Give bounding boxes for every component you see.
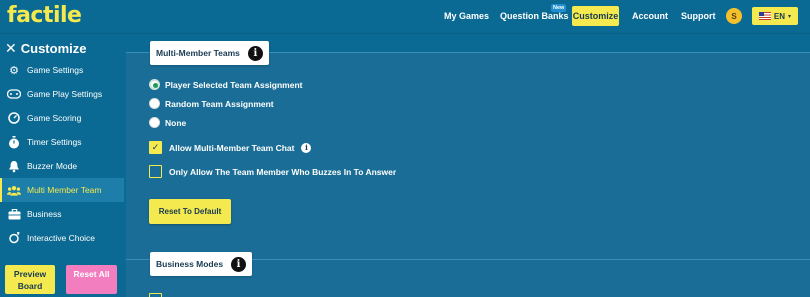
sidebar-item-label: Business	[27, 209, 62, 219]
section-header-multi-member-teams: Multi-Member Teams i	[150, 41, 269, 65]
main-content: Multi-Member Teams i Player Selected Tea…	[126, 34, 810, 297]
new-badge: New	[551, 4, 567, 12]
gamepad-icon	[7, 87, 21, 101]
nav-support[interactable]: Support	[681, 11, 716, 21]
sidebar-item-game-settings[interactable]: ⚙ Game Settings	[0, 58, 124, 82]
sidebar-item-game-scoring[interactable]: Game Scoring	[0, 106, 124, 130]
sidebar: ✕ Customize ⚙ Game Settings Game Play Se…	[0, 34, 124, 297]
sidebar-item-multi-member-team[interactable]: Multi Member Team	[0, 178, 124, 202]
sidebar-item-label: Interactive Choice	[27, 233, 96, 243]
sidebar-item-label: Timer Settings	[27, 137, 82, 147]
multi-member-teams-panel: Multi-Member Teams i Player Selected Tea…	[126, 41, 810, 262]
reset-to-default-button[interactable]: Reset To Default	[149, 199, 231, 224]
users-icon	[7, 183, 21, 197]
info-icon[interactable]: i	[247, 45, 263, 61]
radio-button[interactable]	[149, 79, 160, 90]
sidebar-item-game-play-settings[interactable]: Game Play Settings	[0, 82, 124, 106]
us-flag-icon	[758, 12, 771, 20]
sidebar-title: ✕ Customize	[5, 40, 86, 57]
only-buzzer-answers[interactable]: Only Allow The Team Member Who Buzzes In…	[149, 165, 396, 178]
section-header-business-modes: Business Modes i	[150, 252, 253, 276]
checkbox[interactable]: ✓	[149, 141, 162, 154]
sidebar-item-label: Game Scoring	[27, 113, 82, 123]
stopwatch-icon	[7, 135, 21, 149]
bell-icon	[7, 159, 21, 173]
top-nav-bar: factile My Games Question Banks New Cust…	[0, 0, 810, 34]
business-modes-panel: Business Modes i	[126, 252, 810, 297]
allow-team-chat[interactable]: ✓ Allow Multi-Member Team Chat i	[149, 141, 312, 154]
reset-all-button[interactable]: Reset All	[66, 265, 117, 294]
sidebar-item-label: Game Settings	[27, 65, 84, 75]
sidebar-item-label: Buzzer Mode	[27, 161, 78, 171]
checkbox[interactable]	[149, 165, 162, 178]
sidebar-item-timer-settings[interactable]: Timer Settings	[0, 130, 124, 154]
info-icon[interactable]: i	[301, 142, 312, 153]
nav-account[interactable]: Account	[632, 11, 668, 21]
option-player-selected[interactable]: Player Selected Team Assignment	[149, 79, 302, 90]
section-title: Business Modes	[156, 259, 224, 269]
info-icon[interactable]: i	[231, 256, 247, 272]
sidebar-item-buzzer-mode[interactable]: Buzzer Mode	[0, 154, 124, 178]
nav-question-banks[interactable]: Question Banks	[500, 11, 569, 21]
sidebar-item-label: Game Play Settings	[27, 89, 103, 99]
checkbox-label: Only Allow The Team Member Who Buzzes In…	[169, 166, 397, 177]
factile-logo[interactable]: factile	[7, 3, 82, 28]
language-label: EN	[773, 11, 786, 21]
sidebar-item-label: Multi Member Team	[27, 185, 102, 195]
option-label: Random Team Assignment	[165, 98, 274, 109]
radio-button[interactable]	[149, 98, 160, 109]
chevron-down-icon: ▾	[788, 13, 792, 20]
close-icon[interactable]: ✕	[5, 40, 17, 57]
sidebar-item-business[interactable]: Business	[0, 202, 124, 226]
nav-my-games[interactable]: My Games	[444, 11, 489, 21]
option-random[interactable]: Random Team Assignment	[149, 98, 274, 109]
language-selector[interactable]: EN ▾	[752, 7, 798, 25]
interactive-icon	[7, 231, 21, 245]
radio-button[interactable]	[149, 117, 160, 128]
sidebar-item-interactive-choice[interactable]: Interactive Choice	[0, 226, 124, 250]
checkbox[interactable]	[149, 293, 162, 297]
sidebar-title-label: Customize	[20, 41, 87, 56]
section-title: Multi-Member Teams	[156, 48, 240, 58]
option-none[interactable]: None	[149, 117, 186, 128]
coin-badge[interactable]: S	[726, 8, 742, 24]
nav-customize[interactable]: Customize	[572, 6, 619, 26]
option-label: Player Selected Team Assignment	[165, 79, 303, 90]
option-label: None	[165, 117, 187, 128]
checkbox-label: Allow Multi-Member Team Chat	[169, 142, 295, 153]
briefcase-icon	[7, 207, 21, 221]
preview-board-button[interactable]: Preview Board	[5, 265, 55, 294]
gauge-icon	[7, 111, 21, 125]
gear-icon: ⚙	[9, 64, 19, 77]
